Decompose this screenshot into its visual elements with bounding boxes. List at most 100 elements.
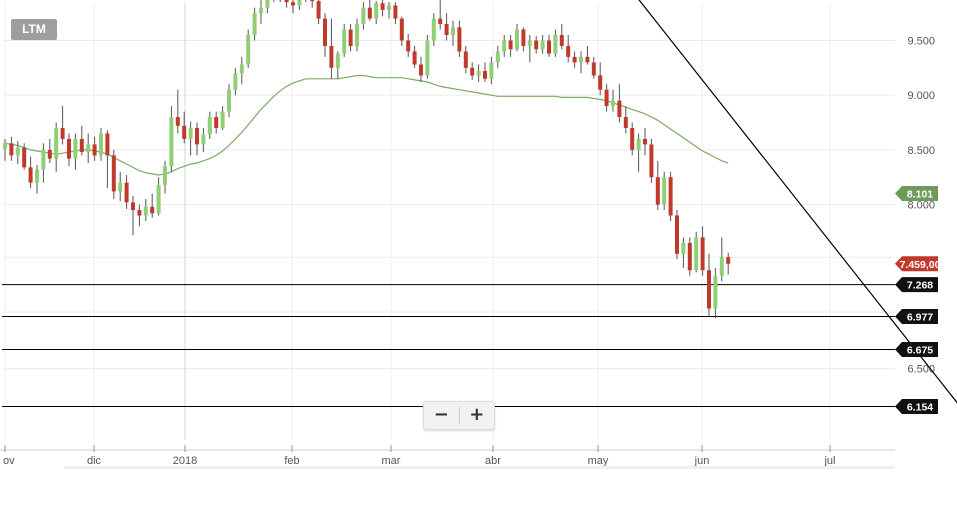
candle-body	[163, 166, 167, 185]
candle-body	[297, 0, 302, 6]
candle-body	[547, 40, 551, 54]
price-chart[interactable]: ov dic 2018 feb mar abr may jun jul6.5008.0008.5…	[0, 0, 957, 518]
candle-body	[655, 177, 660, 205]
candle-body	[323, 18, 327, 46]
x-tick-label: mar	[382, 455, 401, 467]
x-tick-label: may	[588, 455, 609, 467]
candle-body	[457, 27, 462, 52]
level-badge-label: 7.268	[907, 280, 933, 292]
candle-body	[169, 117, 174, 167]
candle-body	[150, 206, 155, 214]
candle-body	[28, 167, 33, 183]
x-scroll-track	[64, 466, 894, 469]
candle-body	[361, 7, 366, 25]
candle-body	[611, 100, 615, 107]
candle-body	[694, 237, 699, 271]
level-badge-label: 6.977	[907, 311, 933, 323]
candle-body	[342, 29, 347, 54]
candle-body	[668, 177, 673, 216]
candle-body	[489, 62, 494, 79]
x-tick-label: 2018	[173, 455, 197, 467]
zoom-out-button[interactable]: −	[424, 402, 459, 429]
candle-body	[387, 5, 391, 10]
candle-body	[527, 40, 532, 46]
candle-body	[559, 35, 564, 46]
candle-body	[118, 182, 123, 192]
candle-body	[105, 133, 110, 156]
candle-body	[367, 7, 372, 19]
candle-body	[60, 127, 65, 139]
candle-body	[111, 155, 116, 192]
candle-body	[515, 29, 519, 50]
candle-body	[604, 89, 609, 107]
candle-body	[239, 64, 244, 74]
candle-body	[451, 27, 455, 35]
candle-body	[182, 125, 187, 139]
candle-body	[131, 202, 135, 211]
candle-body	[617, 100, 622, 118]
candle-body	[419, 64, 423, 76]
candle-body	[406, 40, 411, 52]
candle-body	[476, 71, 481, 76]
candle-body	[316, 1, 321, 19]
candle-body	[86, 144, 91, 153]
last-price-badge-label: 7.459,00	[900, 259, 941, 271]
candle-body	[265, 0, 270, 8]
candle-body	[495, 51, 500, 63]
candle-body	[54, 127, 59, 159]
zoom-in-button[interactable]: +	[459, 402, 494, 429]
candle-body	[214, 117, 219, 128]
candle-body	[284, 0, 289, 3]
candle-body	[227, 89, 231, 112]
candle-body	[380, 3, 385, 10]
candle-body	[175, 117, 180, 126]
candle-body	[591, 62, 596, 76]
candle-body	[399, 18, 404, 41]
candle-body	[707, 270, 711, 309]
candle-body	[649, 144, 654, 178]
candle-body	[521, 29, 526, 46]
candle-body	[73, 138, 78, 159]
x-tick-label: ov	[3, 455, 15, 467]
candle-body	[502, 40, 507, 52]
candle-body	[41, 149, 46, 170]
candle-body	[156, 184, 161, 214]
candle-body	[572, 56, 577, 63]
ma-value-badge-label: 8.101	[907, 189, 933, 201]
candle-body	[438, 18, 443, 25]
candle-body	[207, 117, 212, 135]
candle-body	[726, 257, 731, 264]
candle-body	[195, 127, 199, 145]
candle-body	[553, 35, 558, 54]
candle-body	[15, 147, 20, 156]
candle-body	[713, 275, 718, 309]
candle-body	[143, 206, 148, 216]
candle-body	[598, 75, 603, 90]
candle-body	[99, 133, 103, 156]
candle-body	[412, 51, 417, 65]
candle-body	[643, 138, 647, 145]
candle-body	[201, 134, 206, 145]
candle-body	[374, 3, 379, 19]
candle-body	[22, 147, 27, 168]
candle-body	[246, 35, 251, 65]
zoom-control: − +	[423, 401, 495, 430]
candle-body	[540, 40, 545, 50]
level-badge-label: 6.675	[907, 345, 933, 357]
candle-body	[681, 242, 686, 254]
candle-body	[124, 182, 129, 203]
candle-body	[444, 24, 449, 35]
candle-body	[675, 215, 679, 254]
candle-body	[67, 138, 71, 159]
x-tick-label: jul	[823, 455, 835, 467]
candle-body	[79, 138, 84, 153]
candle-body	[3, 143, 7, 149]
y-tick-label: 8.500	[907, 145, 935, 157]
candle-body	[566, 45, 571, 57]
x-tick-label: abr	[485, 455, 501, 467]
candle-body	[470, 67, 475, 76]
x-tick-label: jun	[694, 455, 710, 467]
candle-body	[700, 237, 705, 271]
candle-body	[585, 56, 590, 63]
y-tick-label: 9.500	[907, 35, 935, 47]
